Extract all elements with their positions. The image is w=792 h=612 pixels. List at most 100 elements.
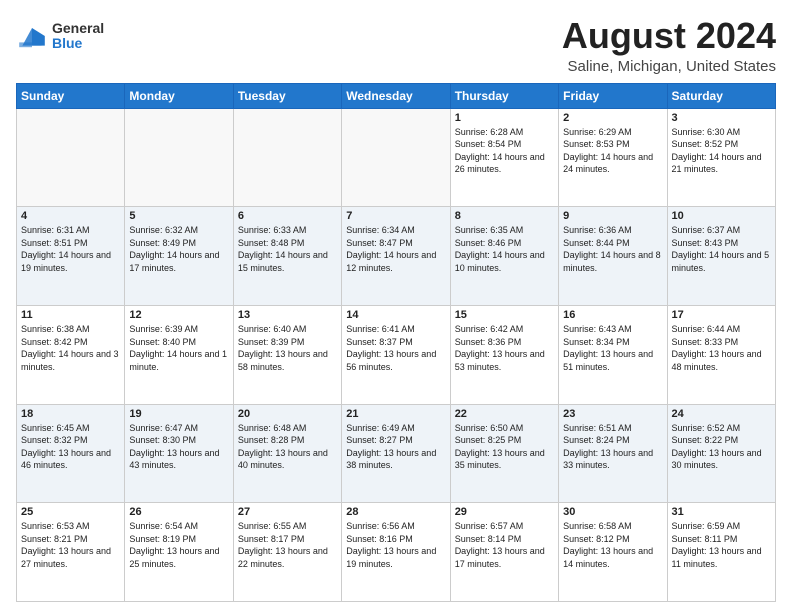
days-of-week-row: Sunday Monday Tuesday Wednesday Thursday…: [17, 83, 776, 108]
day-number: 19: [129, 408, 228, 420]
day-number: 16: [563, 309, 662, 321]
calendar-cell: 7 Sunrise: 6:34 AM Sunset: 8:47 PM Daylig…: [342, 207, 450, 306]
day-info: Sunrise: 6:33 AM Sunset: 8:48 PM Dayligh…: [238, 224, 337, 274]
calendar-cell: [125, 108, 233, 207]
day-info: Sunrise: 6:50 AM Sunset: 8:25 PM Dayligh…: [455, 422, 554, 472]
calendar-cell: 30 Sunrise: 6:58 AM Sunset: 8:12 PM Dayli…: [559, 503, 667, 602]
col-friday: Friday: [559, 83, 667, 108]
logo-text: General Blue: [52, 21, 104, 52]
day-info: Sunrise: 6:41 AM Sunset: 8:37 PM Dayligh…: [346, 323, 445, 373]
calendar-cell: [342, 108, 450, 207]
calendar-cell: 1Sunrise: 6:28 AM Sunset: 8:54 PM Daylig…: [450, 108, 558, 207]
day-number: 23: [563, 408, 662, 420]
week-row-3: 18 Sunrise: 6:45 AM Sunset: 8:32 PM Dayli…: [17, 404, 776, 503]
day-number: 2: [563, 112, 662, 124]
col-wednesday: Wednesday: [342, 83, 450, 108]
calendar-cell: 15 Sunrise: 6:42 AM Sunset: 8:36 PM Dayli…: [450, 305, 558, 404]
day-number: 18: [21, 408, 120, 420]
day-info: Sunrise: 6:30 AM Sunset: 8:52 PM Dayligh…: [672, 126, 771, 176]
logo-general-text: General: [52, 21, 104, 36]
day-info: Sunrise: 6:59 AM Sunset: 8:11 PM Dayligh…: [672, 520, 771, 570]
col-tuesday: Tuesday: [233, 83, 341, 108]
day-number: 3: [672, 112, 771, 124]
day-info: Sunrise: 6:52 AM Sunset: 8:22 PM Dayligh…: [672, 422, 771, 472]
calendar-cell: 5Sunrise: 6:32 AM Sunset: 8:49 PM Daylig…: [125, 207, 233, 306]
day-info: Sunrise: 6:31 AM Sunset: 8:51 PM Dayligh…: [21, 224, 120, 274]
calendar-cell: 14 Sunrise: 6:41 AM Sunset: 8:37 PM Dayli…: [342, 305, 450, 404]
day-number: 30: [563, 506, 662, 518]
calendar-table: Sunday Monday Tuesday Wednesday Thursday…: [16, 83, 776, 602]
col-sunday: Sunday: [17, 83, 125, 108]
calendar-cell: 25 Sunrise: 6:53 AM Sunset: 8:21 PM Dayli…: [17, 503, 125, 602]
calendar-cell: 22 Sunrise: 6:50 AM Sunset: 8:25 PM Dayli…: [450, 404, 558, 503]
day-info: Sunrise: 6:35 AM Sunset: 8:46 PM Dayligh…: [455, 224, 554, 274]
day-info: Sunrise: 6:57 AM Sunset: 8:14 PM Dayligh…: [455, 520, 554, 570]
calendar-cell: [17, 108, 125, 207]
calendar-cell: 4Sunrise: 6:31 AM Sunset: 8:51 PM Daylig…: [17, 207, 125, 306]
day-info: Sunrise: 6:54 AM Sunset: 8:19 PM Dayligh…: [129, 520, 228, 570]
day-number: 22: [455, 408, 554, 420]
day-info: Sunrise: 6:53 AM Sunset: 8:21 PM Dayligh…: [21, 520, 120, 570]
day-number: 7: [346, 210, 445, 222]
calendar-cell: 3 Sunrise: 6:30 AM Sunset: 8:52 PM Daylig…: [667, 108, 775, 207]
day-number: 6: [238, 210, 337, 222]
calendar-cell: 11 Sunrise: 6:38 AM Sunset: 8:42 PM Dayli…: [17, 305, 125, 404]
day-number: 21: [346, 408, 445, 420]
calendar-cell: 13 Sunrise: 6:40 AM Sunset: 8:39 PM Dayli…: [233, 305, 341, 404]
day-number: 8: [455, 210, 554, 222]
day-number: 25: [21, 506, 120, 518]
day-number: 24: [672, 408, 771, 420]
day-number: 11: [21, 309, 120, 321]
day-info: Sunrise: 6:42 AM Sunset: 8:36 PM Dayligh…: [455, 323, 554, 373]
logo-icon: [16, 20, 48, 52]
day-info: Sunrise: 6:34 AM Sunset: 8:47 PM Dayligh…: [346, 224, 445, 274]
day-info: Sunrise: 6:49 AM Sunset: 8:27 PM Dayligh…: [346, 422, 445, 472]
day-info: Sunrise: 6:36 AM Sunset: 8:44 PM Dayligh…: [563, 224, 662, 274]
day-info: Sunrise: 6:55 AM Sunset: 8:17 PM Dayligh…: [238, 520, 337, 570]
day-number: 17: [672, 309, 771, 321]
day-info: Sunrise: 6:45 AM Sunset: 8:32 PM Dayligh…: [21, 422, 120, 472]
day-info: Sunrise: 6:29 AM Sunset: 8:53 PM Dayligh…: [563, 126, 662, 176]
day-info: Sunrise: 6:32 AM Sunset: 8:49 PM Dayligh…: [129, 224, 228, 274]
day-info: Sunrise: 6:37 AM Sunset: 8:43 PM Dayligh…: [672, 224, 771, 274]
day-number: 14: [346, 309, 445, 321]
calendar-cell: 8 Sunrise: 6:35 AM Sunset: 8:46 PM Daylig…: [450, 207, 558, 306]
logo-blue-text: Blue: [52, 36, 104, 51]
day-info: Sunrise: 6:28 AM Sunset: 8:54 PM Dayligh…: [455, 126, 554, 176]
col-thursday: Thursday: [450, 83, 558, 108]
calendar-cell: 23Sunrise: 6:51 AM Sunset: 8:24 PM Dayli…: [559, 404, 667, 503]
col-saturday: Saturday: [667, 83, 775, 108]
day-info: Sunrise: 6:40 AM Sunset: 8:39 PM Dayligh…: [238, 323, 337, 373]
logo: General Blue: [16, 20, 104, 52]
day-number: 9: [563, 210, 662, 222]
calendar-cell: 10 Sunrise: 6:37 AM Sunset: 8:43 PM Dayli…: [667, 207, 775, 306]
calendar-cell: 29 Sunrise: 6:57 AM Sunset: 8:14 PM Dayli…: [450, 503, 558, 602]
day-info: Sunrise: 6:38 AM Sunset: 8:42 PM Dayligh…: [21, 323, 120, 373]
week-row-2: 11 Sunrise: 6:38 AM Sunset: 8:42 PM Dayli…: [17, 305, 776, 404]
calendar-cell: 17Sunrise: 6:44 AM Sunset: 8:33 PM Dayli…: [667, 305, 775, 404]
day-number: 31: [672, 506, 771, 518]
header: General Blue August 2024 Saline, Michiga…: [16, 16, 776, 75]
day-number: 12: [129, 309, 228, 321]
col-monday: Monday: [125, 83, 233, 108]
calendar-body: 1Sunrise: 6:28 AM Sunset: 8:54 PM Daylig…: [17, 108, 776, 601]
day-number: 26: [129, 506, 228, 518]
calendar-cell: 2 Sunrise: 6:29 AM Sunset: 8:53 PM Daylig…: [559, 108, 667, 207]
calendar-cell: 12Sunrise: 6:39 AM Sunset: 8:40 PM Dayli…: [125, 305, 233, 404]
calendar-cell: [233, 108, 341, 207]
day-number: 10: [672, 210, 771, 222]
calendar-cell: 6 Sunrise: 6:33 AM Sunset: 8:48 PM Daylig…: [233, 207, 341, 306]
calendar-cell: 19Sunrise: 6:47 AM Sunset: 8:30 PM Dayli…: [125, 404, 233, 503]
day-number: 13: [238, 309, 337, 321]
calendar-cell: 16Sunrise: 6:43 AM Sunset: 8:34 PM Dayli…: [559, 305, 667, 404]
calendar-cell: 9 Sunrise: 6:36 AM Sunset: 8:44 PM Daylig…: [559, 207, 667, 306]
day-number: 28: [346, 506, 445, 518]
day-number: 15: [455, 309, 554, 321]
calendar-cell: 27Sunrise: 6:55 AM Sunset: 8:17 PM Dayli…: [233, 503, 341, 602]
title-block: August 2024 Saline, Michigan, United Sta…: [562, 16, 776, 75]
day-info: Sunrise: 6:58 AM Sunset: 8:12 PM Dayligh…: [563, 520, 662, 570]
sub-title: Saline, Michigan, United States: [562, 58, 776, 75]
day-number: 29: [455, 506, 554, 518]
main-title: August 2024: [562, 16, 776, 56]
day-number: 20: [238, 408, 337, 420]
